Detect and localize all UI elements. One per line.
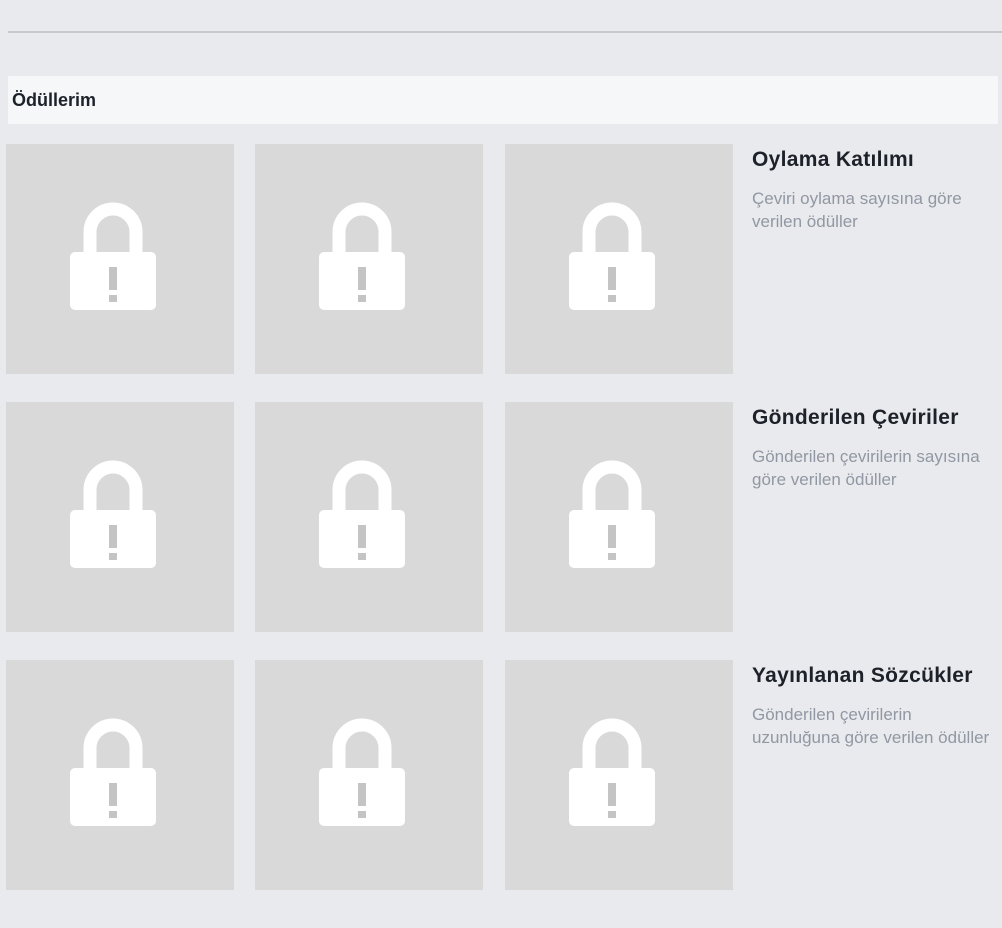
award-title: Gönderilen Çeviriler	[752, 406, 959, 429]
padlock-icon	[569, 460, 655, 568]
award-description: Gönderilen çevirilerin sayısına göre ver…	[752, 447, 980, 489]
padlock-icon	[70, 460, 156, 568]
award-tile[interactable]	[6, 144, 234, 374]
section-header: Ödüllerim	[8, 76, 998, 124]
award-tile[interactable]	[6, 660, 234, 890]
award-info: Yayınlanan Sözcükler Gönderilen çevirile…	[752, 662, 998, 749]
award-row-published: Yayınlanan Sözcükler Gönderilen çevirile…	[6, 660, 1002, 890]
award-description: Gönderilen çevirilerin uzunluğuna göre v…	[752, 705, 990, 747]
padlock-icon	[319, 202, 405, 310]
award-info: Gönderilen Çeviriler Gönderilen çevirile…	[752, 404, 998, 491]
award-row-submitted: Gönderilen Çeviriler Gönderilen çevirile…	[6, 402, 1002, 632]
award-row-voting: Oylama Katılımı Çeviri oylama sayısına g…	[6, 144, 1002, 374]
padlock-icon	[569, 718, 655, 826]
award-tile[interactable]	[255, 660, 483, 890]
top-divider	[8, 31, 1002, 33]
padlock-icon	[70, 202, 156, 310]
award-tile[interactable]	[505, 144, 733, 374]
award-tile[interactable]	[505, 660, 733, 890]
award-tile[interactable]	[505, 402, 733, 632]
award-info: Oylama Katılımı Çeviri oylama sayısına g…	[752, 146, 998, 233]
award-tile[interactable]	[255, 402, 483, 632]
padlock-icon	[319, 460, 405, 568]
award-title: Yayınlanan Sözcükler	[752, 664, 973, 687]
award-tile[interactable]	[6, 402, 234, 632]
award-description: Çeviri oylama sayısına göre verilen ödül…	[752, 189, 962, 231]
padlock-icon	[319, 718, 405, 826]
award-tile[interactable]	[255, 144, 483, 374]
padlock-icon	[70, 718, 156, 826]
padlock-icon	[569, 202, 655, 310]
section-title: Ödüllerim	[12, 89, 97, 110]
award-title: Oylama Katılımı	[752, 148, 915, 171]
